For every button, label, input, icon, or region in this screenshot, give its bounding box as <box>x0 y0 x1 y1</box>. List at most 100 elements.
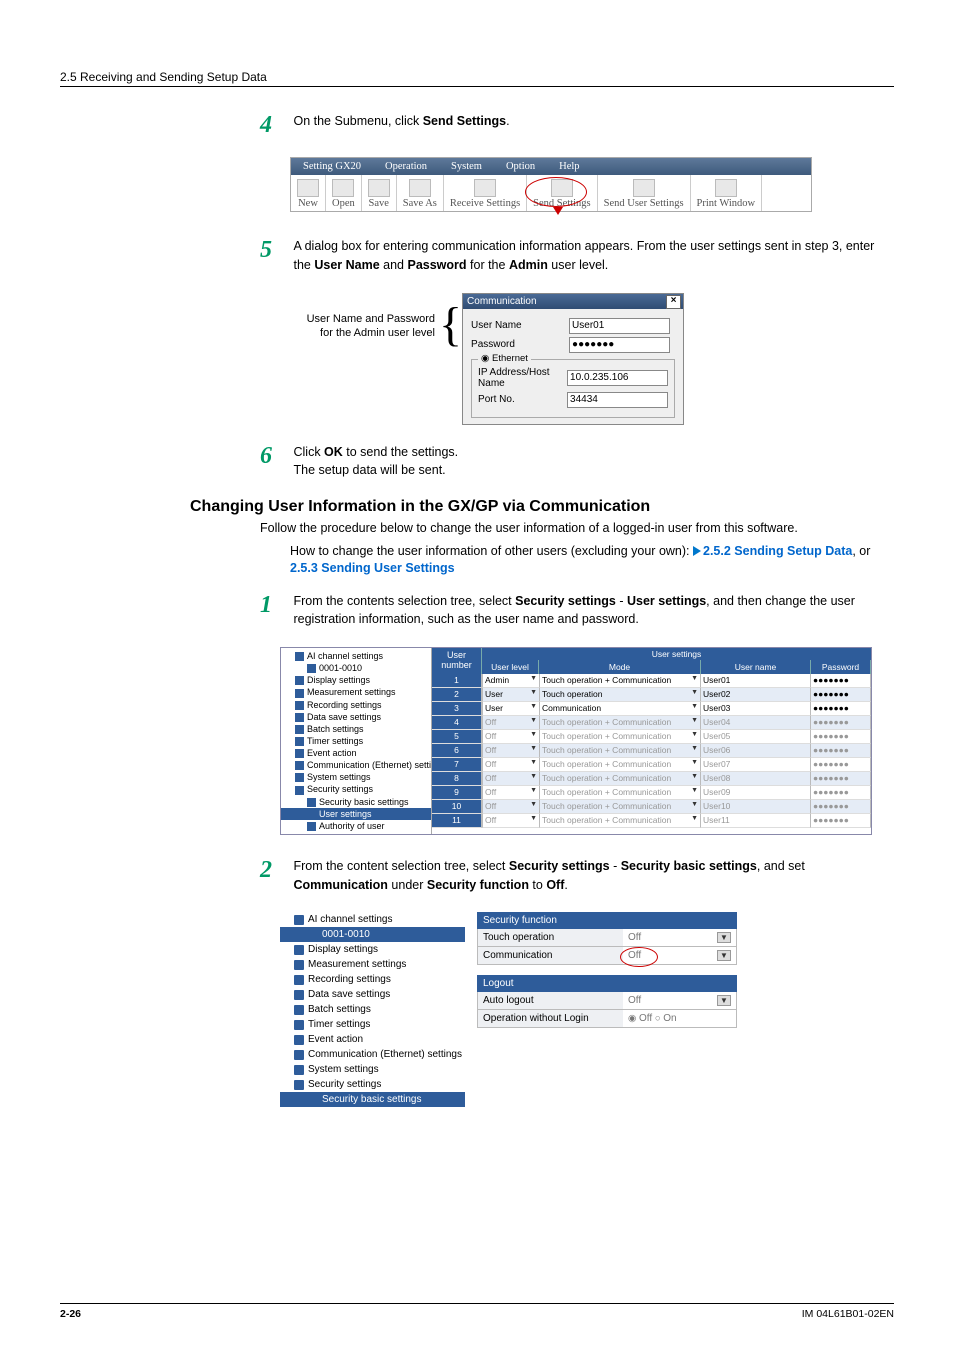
cell-mode[interactable]: Touch operation + Communication <box>540 758 701 772</box>
tree-security[interactable]: Security settings <box>281 783 431 795</box>
menu-operation[interactable]: Operation <box>373 158 439 175</box>
cell-level[interactable]: Off <box>482 716 540 730</box>
tree-comm[interactable]: Communication (Ethernet) settings <box>281 759 431 771</box>
cell-level[interactable]: Off <box>482 758 540 772</box>
cell-pwd[interactable]: ●●●●●●● <box>811 758 871 772</box>
tree2-batch[interactable]: Batch settings <box>280 1002 465 1017</box>
tree2-security[interactable]: Security settings <box>280 1077 465 1092</box>
tree-authority[interactable]: Authority of user <box>281 820 431 832</box>
table-row[interactable]: 10OffTouch operation + CommunicationUser… <box>432 800 871 814</box>
cell-pwd[interactable]: ●●●●●●● <box>811 786 871 800</box>
cell-user[interactable]: User01 <box>701 674 811 688</box>
tree-ai[interactable]: AI channel settings <box>281 650 431 662</box>
cell-user[interactable]: User10 <box>701 800 811 814</box>
tree2-datasave[interactable]: Data save settings <box>280 987 465 1002</box>
tree-event[interactable]: Event action <box>281 747 431 759</box>
tree2-recording[interactable]: Recording settings <box>280 972 465 987</box>
cell-pwd[interactable]: ●●●●●●● <box>811 800 871 814</box>
cell-level[interactable]: Off <box>482 772 540 786</box>
table-row[interactable]: 4OffTouch operation + CommunicationUser0… <box>432 716 871 730</box>
cell-level[interactable]: Off <box>482 744 540 758</box>
tree2-sec-basic[interactable]: Security basic settings <box>280 1092 465 1107</box>
cell-user[interactable]: User02 <box>701 688 811 702</box>
open-button[interactable]: Open <box>326 175 362 211</box>
tree-batch[interactable]: Batch settings <box>281 723 431 735</box>
new-button[interactable]: New <box>291 175 326 211</box>
comm-select[interactable]: Off <box>623 947 736 964</box>
saveas-button[interactable]: Save As <box>397 175 444 211</box>
tree-display[interactable]: Display settings <box>281 674 431 686</box>
username-input[interactable] <box>569 318 670 334</box>
menu-help[interactable]: Help <box>547 158 591 175</box>
port-input[interactable] <box>567 392 668 408</box>
menu-option[interactable]: Option <box>494 158 547 175</box>
password-input[interactable] <box>569 337 670 353</box>
table-row[interactable]: 9OffTouch operation + CommunicationUser0… <box>432 786 871 800</box>
cell-level[interactable]: Off <box>482 730 540 744</box>
op-without-login-radio[interactable]: ◉ Off ○ On <box>623 1010 736 1027</box>
link-sending-user[interactable]: 2.5.3 Sending User Settings <box>290 561 455 575</box>
cell-mode[interactable]: Touch operation + Communication <box>540 716 701 730</box>
save-button[interactable]: Save <box>362 175 397 211</box>
send-settings-button[interactable]: Send Settings <box>527 175 597 211</box>
cell-mode[interactable]: Touch operation + Communication <box>540 800 701 814</box>
tree2-system[interactable]: System settings <box>280 1062 465 1077</box>
tree-measure[interactable]: Measurement settings <box>281 686 431 698</box>
tree2-measure[interactable]: Measurement settings <box>280 957 465 972</box>
table-row[interactable]: 8OffTouch operation + CommunicationUser0… <box>432 772 871 786</box>
table-row[interactable]: 3UserCommunicationUser03●●●●●●● <box>432 702 871 716</box>
cell-pwd[interactable]: ●●●●●●● <box>811 716 871 730</box>
table-row[interactable]: 6OffTouch operation + CommunicationUser0… <box>432 744 871 758</box>
cell-mode[interactable]: Touch operation + Communication <box>540 786 701 800</box>
cell-level[interactable]: Admin <box>482 674 540 688</box>
print-window-button[interactable]: Print Window <box>691 175 763 211</box>
menu-setting[interactable]: Setting GX20 <box>291 158 373 175</box>
cell-user[interactable]: User07 <box>701 758 811 772</box>
cell-level[interactable]: User <box>482 702 540 716</box>
table-row[interactable]: 1AdminTouch operation + CommunicationUse… <box>432 674 871 688</box>
tree-datasave[interactable]: Data save settings <box>281 711 431 723</box>
tree-0001[interactable]: 0001-0010 <box>281 662 431 674</box>
cell-pwd[interactable]: ●●●●●●● <box>811 730 871 744</box>
link-sending-setup[interactable]: 2.5.2 Sending Setup Data <box>703 544 852 558</box>
menu-system[interactable]: System <box>439 158 494 175</box>
tree2-event[interactable]: Event action <box>280 1032 465 1047</box>
send-user-settings-button[interactable]: Send User Settings <box>598 175 691 211</box>
cell-level[interactable]: User <box>482 688 540 702</box>
cell-mode[interactable]: Touch operation + Communication <box>540 744 701 758</box>
ip-input[interactable] <box>567 370 668 386</box>
receive-settings-button[interactable]: Receive Settings <box>444 175 527 211</box>
cell-mode[interactable]: Touch operation + Communication <box>540 772 701 786</box>
cell-mode[interactable]: Touch operation <box>540 688 701 702</box>
table-row[interactable]: 2UserTouch operationUser02●●●●●●● <box>432 688 871 702</box>
cell-user[interactable]: User03 <box>701 702 811 716</box>
cell-level[interactable]: Off <box>482 814 540 828</box>
cell-mode[interactable]: Touch operation + Communication <box>540 674 701 688</box>
cell-user[interactable]: User05 <box>701 730 811 744</box>
cell-user[interactable]: User04 <box>701 716 811 730</box>
cell-mode[interactable]: Communication <box>540 702 701 716</box>
tree2-timer[interactable]: Timer settings <box>280 1017 465 1032</box>
cell-level[interactable]: Off <box>482 786 540 800</box>
cell-level[interactable]: Off <box>482 800 540 814</box>
table-row[interactable]: 11OffTouch operation + CommunicationUser… <box>432 814 871 828</box>
tree-recording[interactable]: Recording settings <box>281 699 431 711</box>
tree-timer[interactable]: Timer settings <box>281 735 431 747</box>
tree2-0001[interactable]: 0001-0010 <box>280 927 465 942</box>
auto-logout-select[interactable]: Off <box>623 992 736 1009</box>
tree2-comm[interactable]: Communication (Ethernet) settings <box>280 1047 465 1062</box>
table-row[interactable]: 5OffTouch operation + CommunicationUser0… <box>432 730 871 744</box>
cell-mode[interactable]: Touch operation + Communication <box>540 730 701 744</box>
cell-pwd[interactable]: ●●●●●●● <box>811 744 871 758</box>
cell-pwd[interactable]: ●●●●●●● <box>811 772 871 786</box>
tree-sec-basic[interactable]: Security basic settings <box>281 796 431 808</box>
tree-user-settings[interactable]: User settings <box>281 808 431 820</box>
cell-pwd[interactable]: ●●●●●●● <box>811 702 871 716</box>
cell-user[interactable]: User08 <box>701 772 811 786</box>
cell-pwd[interactable]: ●●●●●●● <box>811 688 871 702</box>
touch-op-select[interactable]: Off <box>623 929 736 946</box>
tree2-display[interactable]: Display settings <box>280 942 465 957</box>
close-icon[interactable]: × <box>666 295 681 309</box>
cell-pwd[interactable]: ●●●●●●● <box>811 814 871 828</box>
cell-mode[interactable]: Touch operation + Communication <box>540 814 701 828</box>
